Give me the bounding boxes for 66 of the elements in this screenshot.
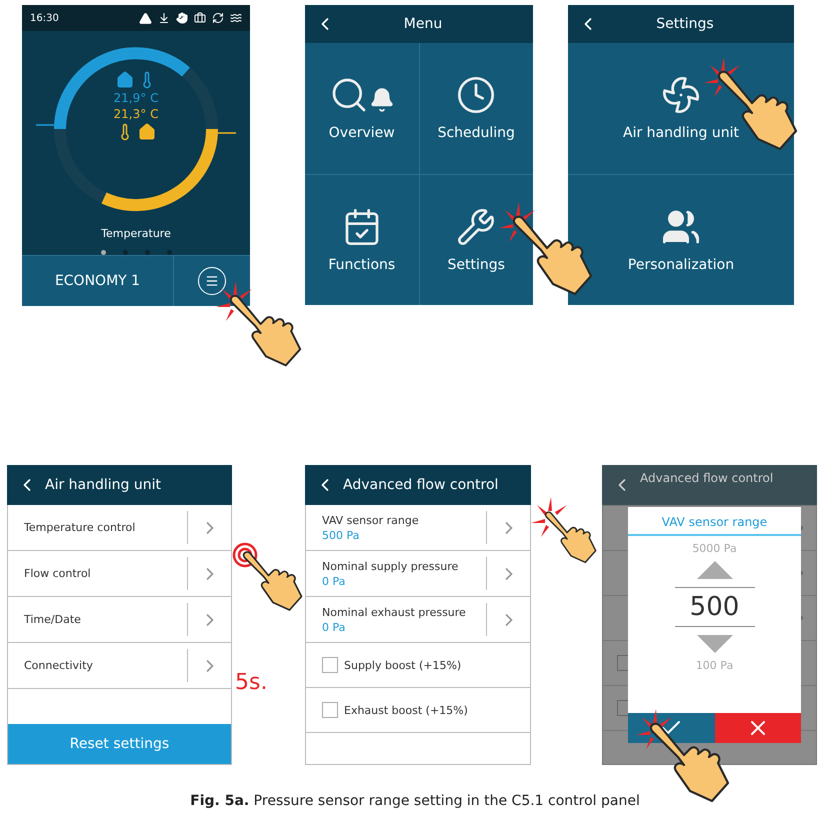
checkbox[interactable] [322, 702, 338, 718]
menu-tile[interactable]: Overview [305, 43, 418, 174]
list-item[interactable]: Time/Date [24, 613, 187, 626]
page-dot[interactable] [144, 250, 150, 255]
menu-button[interactable] [198, 267, 226, 295]
heat-waves-icon [230, 12, 242, 24]
dialog-title: VAV sensor range [628, 507, 801, 536]
pointing-hand-icon [650, 722, 730, 802]
list-item[interactable]: Temperature control [24, 521, 187, 534]
value-display: 500 [674, 587, 754, 627]
clock-time: 16:30 [30, 12, 59, 24]
press-rings-icon [232, 542, 258, 568]
tap-burst-icon [216, 281, 252, 321]
pointing-hand-icon [544, 511, 596, 564]
tap-burst-icon [704, 57, 740, 97]
warning-icon [139, 12, 152, 24]
maximum-value: 5000 Pa [692, 542, 737, 555]
refresh-icon [212, 12, 224, 24]
clock-icon [456, 75, 496, 116]
menu-tile[interactable]: Settings [420, 174, 533, 305]
screen-title: Advanced flow control [343, 477, 500, 493]
setting-value: 0 Pa [322, 574, 346, 588]
screen-title: Advanced flow control [640, 471, 774, 485]
hand-icon [176, 12, 188, 24]
checkbox-label: Supply boost (+15%) [344, 658, 462, 672]
extract-temperature: 21,3° C [114, 107, 158, 121]
menu-tile[interactable]: Scheduling [420, 43, 533, 174]
page-dot[interactable] [100, 250, 106, 255]
decrease-arrow-icon[interactable] [696, 635, 732, 653]
menu-icon [205, 274, 219, 288]
tap-burst-icon [499, 202, 535, 242]
wrench-icon [456, 206, 496, 247]
fan-icon [661, 75, 701, 116]
screen-title: Menu [402, 16, 444, 32]
briefcase-icon [194, 12, 206, 24]
download-icon [158, 12, 170, 24]
setting-value: 500 Pa [322, 528, 360, 542]
minimum-value: 100 Pa [696, 659, 734, 672]
cancel-button[interactable] [714, 713, 801, 743]
setting-value: 0 Pa [322, 620, 346, 634]
tap-burst-icon [531, 497, 567, 537]
list-item[interactable]: Connectivity [24, 659, 187, 672]
page-dot[interactable] [166, 250, 172, 255]
menu-tile[interactable]: Air handling unit [568, 43, 794, 174]
house-icon [116, 71, 134, 89]
tap-burst-icon [636, 709, 672, 749]
hold-duration-label: 5s. [235, 670, 268, 695]
setting-label: VAV sensor range [322, 514, 420, 526]
pointing-hand-icon [512, 216, 592, 296]
setting-label: Nominal exhaust pressure [322, 606, 467, 618]
house-icon [138, 123, 156, 141]
menu-tile[interactable]: Personalization [568, 174, 794, 305]
setting-label: Nominal supply pressure [322, 560, 460, 572]
screen-title: Air handling unit [45, 477, 162, 493]
increase-arrow-icon[interactable] [696, 561, 732, 579]
supply-temperature: 21,9° C [114, 91, 158, 105]
checkbox-label: Exhaust boost (+15%) [344, 704, 468, 716]
figure-caption: Fig. 5a. Pressure sensor range setting in the C5.1 control panel [190, 793, 640, 809]
screen-title: Settings [655, 16, 715, 32]
pointing-hand-icon [242, 551, 302, 611]
page-dot[interactable] [122, 250, 128, 255]
gauge-label: Temperature [101, 227, 171, 240]
menu-tile[interactable]: Functions [305, 174, 418, 305]
checkbox[interactable] [322, 657, 338, 673]
list-item[interactable]: Flow control [24, 567, 187, 580]
pointing-hand-icon [230, 294, 302, 366]
